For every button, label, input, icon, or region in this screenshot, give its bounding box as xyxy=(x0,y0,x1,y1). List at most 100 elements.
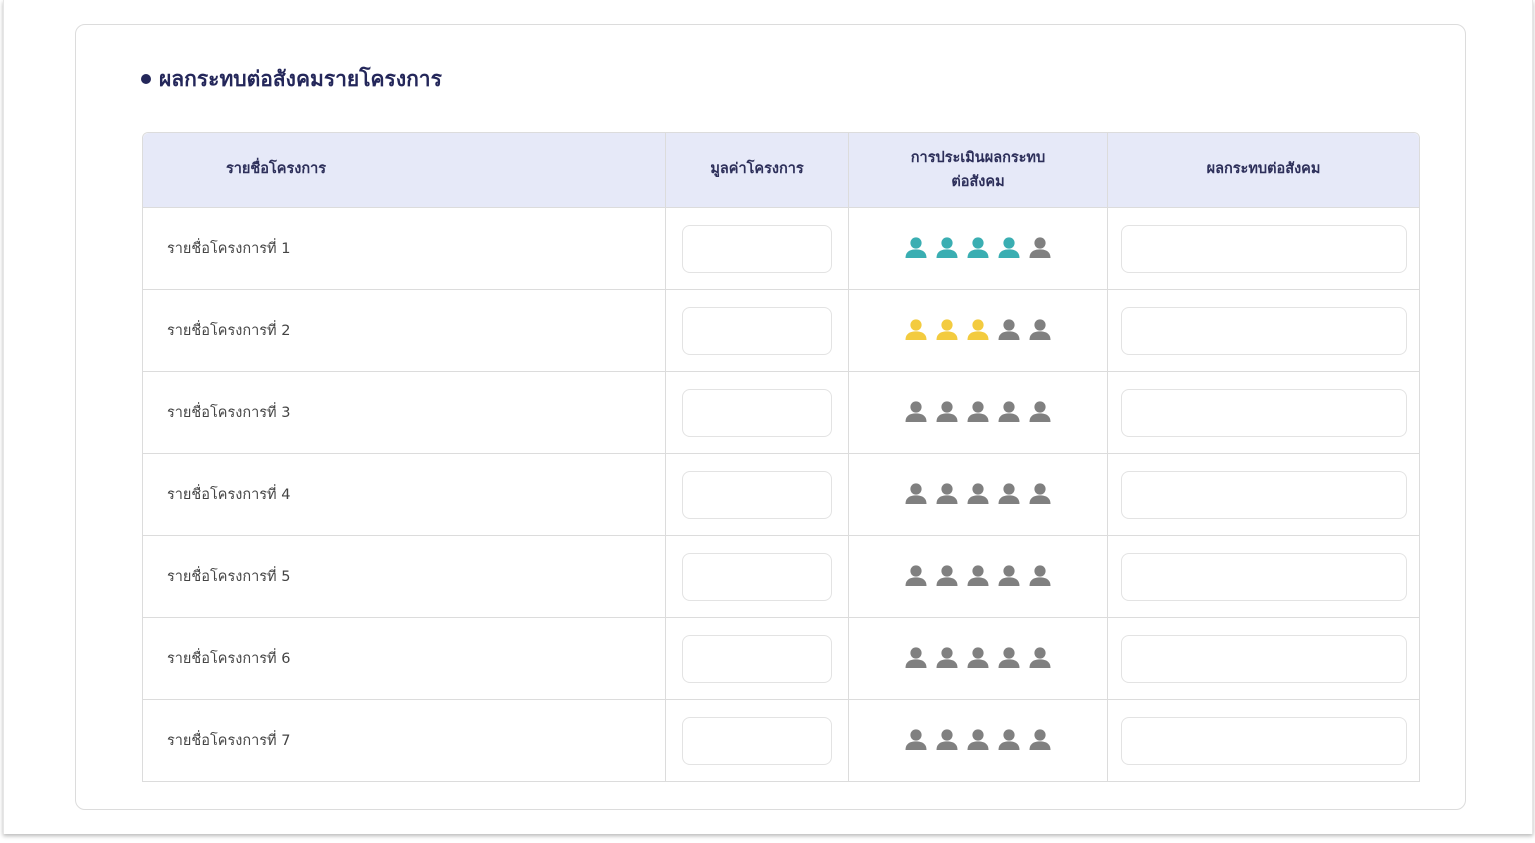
person-icon[interactable] xyxy=(935,235,959,259)
social-impact-cell xyxy=(1107,208,1419,289)
person-icon[interactable] xyxy=(997,563,1021,587)
person-icon[interactable] xyxy=(904,399,928,423)
person-icon[interactable] xyxy=(966,727,990,751)
project-value-cell xyxy=(665,454,848,535)
header-social-assessment-line2: ต่อสังคม xyxy=(951,174,1005,190)
project-name: รายชื่อโครงการที่ 7 xyxy=(167,733,291,749)
project-value-input[interactable] xyxy=(682,306,832,355)
person-icon[interactable] xyxy=(1028,317,1052,341)
table-row: รายชื่อโครงการที่ 1 xyxy=(143,207,1419,289)
project-value-cell xyxy=(665,372,848,453)
rating-icons xyxy=(904,563,1052,587)
project-value-input[interactable] xyxy=(682,470,832,519)
table-row: รายชื่อโครงการที่ 6 xyxy=(143,617,1419,699)
social-impact-input[interactable] xyxy=(1120,716,1407,765)
rating-icons xyxy=(904,727,1052,751)
person-icon[interactable] xyxy=(935,563,959,587)
social-impact-cell xyxy=(1107,618,1419,699)
rating-icons xyxy=(904,399,1052,423)
person-icon[interactable] xyxy=(997,481,1021,505)
social-impact-cell xyxy=(1107,454,1419,535)
section-title: ผลกระทบต่อสังคมรายโครงการ xyxy=(141,62,442,96)
social-assessment-cell xyxy=(848,208,1107,289)
person-icon[interactable] xyxy=(997,399,1021,423)
person-icon[interactable] xyxy=(904,727,928,751)
person-icon[interactable] xyxy=(935,481,959,505)
social-impact-cell xyxy=(1107,536,1419,617)
table-row: รายชื่อโครงการที่ 5 xyxy=(143,535,1419,617)
rating-icons xyxy=(904,481,1052,505)
social-impact-input[interactable] xyxy=(1120,470,1407,519)
social-impact-input[interactable] xyxy=(1120,306,1407,355)
header-social-assessment-line1: การประเมินผลกระทบ xyxy=(910,150,1046,166)
project-value-cell xyxy=(665,536,848,617)
social-impact-input[interactable] xyxy=(1120,552,1407,601)
person-icon[interactable] xyxy=(1028,563,1052,587)
person-icon[interactable] xyxy=(966,563,990,587)
project-value-cell xyxy=(665,700,848,781)
project-name: รายชื่อโครงการที่ 1 xyxy=(167,241,291,257)
table-body: รายชื่อโครงการที่ 1 รายชื่อโครงการที่ 2 รา… xyxy=(143,207,1419,781)
table-row: รายชื่อโครงการที่ 2 xyxy=(143,289,1419,371)
person-icon[interactable] xyxy=(935,399,959,423)
header-social-impact: ผลกระทบต่อสังคม xyxy=(1107,133,1419,207)
social-impact-input[interactable] xyxy=(1120,634,1407,683)
person-icon[interactable] xyxy=(904,235,928,259)
table-row: รายชื่อโครงการที่ 4 xyxy=(143,453,1419,535)
social-impact-input[interactable] xyxy=(1120,388,1407,437)
person-icon[interactable] xyxy=(997,645,1021,669)
bullet-icon xyxy=(141,74,151,84)
person-icon[interactable] xyxy=(935,727,959,751)
table-row: รายชื่อโครงการที่ 7 xyxy=(143,699,1419,781)
project-value-input[interactable] xyxy=(682,552,832,601)
person-icon[interactable] xyxy=(997,317,1021,341)
person-icon[interactable] xyxy=(935,317,959,341)
person-icon[interactable] xyxy=(966,317,990,341)
project-value-input[interactable] xyxy=(682,634,832,683)
person-icon[interactable] xyxy=(935,645,959,669)
header-project-value: มูลค่าโครงการ xyxy=(665,133,848,207)
project-name: รายชื่อโครงการที่ 5 xyxy=(167,569,291,585)
project-name: รายชื่อโครงการที่ 3 xyxy=(167,405,291,421)
rating-icons xyxy=(904,317,1052,341)
header-project-name: รายชื่อโครงการ xyxy=(226,161,327,177)
social-impact-cell xyxy=(1107,700,1419,781)
social-impact-cell xyxy=(1107,372,1419,453)
person-icon[interactable] xyxy=(904,317,928,341)
person-icon[interactable] xyxy=(966,481,990,505)
person-icon[interactable] xyxy=(904,481,928,505)
project-impact-table: รายชื่อโครงการ มูลค่าโครงการ การประเมินผ… xyxy=(142,132,1420,782)
person-icon[interactable] xyxy=(1028,481,1052,505)
social-assessment-cell xyxy=(848,372,1107,453)
project-value-cell xyxy=(665,208,848,289)
project-value-cell xyxy=(665,290,848,371)
social-assessment-cell xyxy=(848,700,1107,781)
section-title-text: ผลกระทบต่อสังคมรายโครงการ xyxy=(159,66,442,91)
person-icon[interactable] xyxy=(997,235,1021,259)
social-assessment-cell xyxy=(848,536,1107,617)
rating-icons xyxy=(904,235,1052,259)
project-value-input[interactable] xyxy=(682,224,832,273)
social-impact-cell xyxy=(1107,290,1419,371)
person-icon[interactable] xyxy=(966,645,990,669)
table-row: รายชื่อโครงการที่ 3 xyxy=(143,371,1419,453)
project-value-input[interactable] xyxy=(682,388,832,437)
project-name: รายชื่อโครงการที่ 6 xyxy=(167,651,291,667)
person-icon[interactable] xyxy=(966,399,990,423)
social-impact-input[interactable] xyxy=(1120,224,1407,273)
social-assessment-cell xyxy=(848,454,1107,535)
person-icon[interactable] xyxy=(997,727,1021,751)
person-icon[interactable] xyxy=(1028,727,1052,751)
rating-icons xyxy=(904,645,1052,669)
person-icon[interactable] xyxy=(904,563,928,587)
social-assessment-cell xyxy=(848,618,1107,699)
person-icon[interactable] xyxy=(1028,235,1052,259)
project-value-cell xyxy=(665,618,848,699)
person-icon[interactable] xyxy=(904,645,928,669)
person-icon[interactable] xyxy=(1028,399,1052,423)
person-icon[interactable] xyxy=(966,235,990,259)
project-value-input[interactable] xyxy=(682,716,832,765)
project-name: รายชื่อโครงการที่ 2 xyxy=(167,323,291,339)
person-icon[interactable] xyxy=(1028,645,1052,669)
header-social-assessment: การประเมินผลกระทบ ต่อสังคม xyxy=(848,133,1107,207)
